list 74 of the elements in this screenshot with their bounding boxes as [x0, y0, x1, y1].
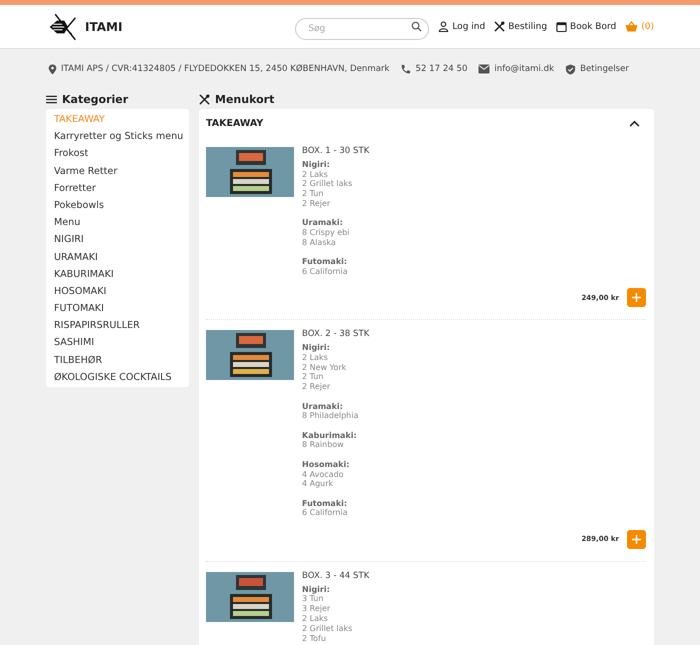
group-heading: Nigiri:: [302, 584, 331, 594]
nav-link[interactable]: Bestiling: [494, 21, 548, 32]
content-line: 2 Grillet laks: [302, 624, 354, 634]
shield-check-icon: [565, 64, 576, 74]
content-line: 3 Rejer: [302, 604, 332, 614]
content-line: 2 Tun: [302, 189, 324, 199]
basket-icon: [625, 21, 638, 32]
category-item[interactable]: Karryretter og Sticks menu: [46, 128, 189, 146]
nav-link[interactable]: Log ind: [438, 21, 486, 32]
user-icon: [438, 21, 450, 32]
search-icon[interactable]: [411, 21, 422, 32]
group-heading: Futomaki:: [302, 257, 348, 267]
category-item[interactable]: FUTOMAKI: [46, 300, 189, 318]
category-item[interactable]: NIGIRI: [46, 231, 189, 248]
content-line: 2 Rejer: [302, 198, 332, 209]
category-item[interactable]: TILBEHØR: [46, 352, 189, 369]
sidebar-title: Kategorier: [62, 92, 128, 106]
product-name: BOX. 3 - 44 STK: [302, 572, 370, 582]
product-name: BOX. 1 - 30 STK: [302, 147, 370, 157]
nav-link[interactable]: Book Bord: [556, 21, 616, 32]
content-line: 2 Laks: [302, 352, 329, 363]
category-item[interactable]: Frokost: [46, 145, 189, 163]
category-item[interactable]: Menu: [46, 214, 189, 232]
group-heading: Kaburimaki:: [302, 430, 358, 440]
category-item[interactable]: Forretter: [46, 180, 189, 197]
content-line: 8 Philadelphia: [302, 411, 360, 422]
info-text: ITAMI APS / CVR:41324805 / FLYDEDOKKEN 15, 2450 KØBENHAVN, Denmark: [61, 64, 390, 74]
cutlery-icon: [494, 21, 506, 32]
content-line: 2 Grillet laks: [302, 179, 354, 190]
plus-icon: [632, 534, 641, 544]
category-item[interactable]: ØKOLOGISKE COCKTAILS: [46, 368, 189, 386]
category-item[interactable]: URAMAKI: [46, 248, 189, 266]
category-item[interactable]: Varme Retter: [46, 162, 189, 180]
content-line: 3 Tun: [302, 594, 324, 604]
content-line: 6 California: [302, 508, 349, 518]
group-heading: Uramaki:: [302, 402, 344, 412]
search-field[interactable]: Søg: [295, 18, 430, 40]
chevron-up-icon[interactable]: [629, 120, 640, 126]
content-line: 8 Rainbow: [302, 440, 345, 450]
content-line: 4 Avocado: [302, 470, 345, 480]
info-text[interactable]: info@itami.dk: [494, 64, 554, 74]
content-line: 2 Laks: [302, 614, 329, 624]
content-line: 4 Agurk: [302, 479, 334, 490]
plus-icon: [632, 293, 641, 302]
content-line: 6 California: [302, 266, 349, 277]
menu-icon: [46, 94, 57, 104]
content-line: 2 Rejer: [302, 382, 332, 392]
section-title: TAKEAWAY: [206, 118, 264, 128]
content-line: 8 Crispy ebi: [302, 228, 350, 238]
calendar-icon: [556, 21, 568, 32]
content-line: 2 Laks: [302, 170, 329, 180]
group-heading: Futomaki:: [302, 498, 348, 508]
content-line: 2 Tofu: [302, 634, 327, 644]
content-line: 8 Alaska: [302, 238, 337, 248]
group-heading: Nigiri:: [302, 343, 331, 353]
cutlery-icon: [199, 94, 210, 104]
product-name: BOX. 2 - 38 STK: [302, 330, 370, 340]
category-item[interactable]: SASHIMI: [46, 334, 189, 352]
info-text[interactable]: Betingelser: [580, 64, 629, 74]
group-heading: Hosomaki:: [302, 460, 350, 470]
mail-icon: [478, 64, 490, 74]
category-item[interactable]: RISPAPIRSRULLER: [46, 317, 189, 334]
category-item[interactable]: KABURIMAKI: [46, 266, 189, 283]
info-text[interactable]: 52 17 24 50: [415, 64, 468, 74]
group-heading: Uramaki:: [302, 218, 344, 228]
brand-name: ITAMI: [85, 20, 122, 34]
category-item[interactable]: Pokebowls: [46, 196, 189, 214]
category-item[interactable]: HOSOMAKI: [46, 282, 189, 300]
location-pin-icon: [48, 64, 57, 74]
group-heading: Nigiri:: [302, 160, 331, 170]
menu-title: Menukort: [215, 92, 274, 106]
phone-icon: [400, 64, 412, 74]
content-line: 2 New York: [302, 362, 348, 372]
content-line: 2 Tun: [302, 372, 324, 382]
